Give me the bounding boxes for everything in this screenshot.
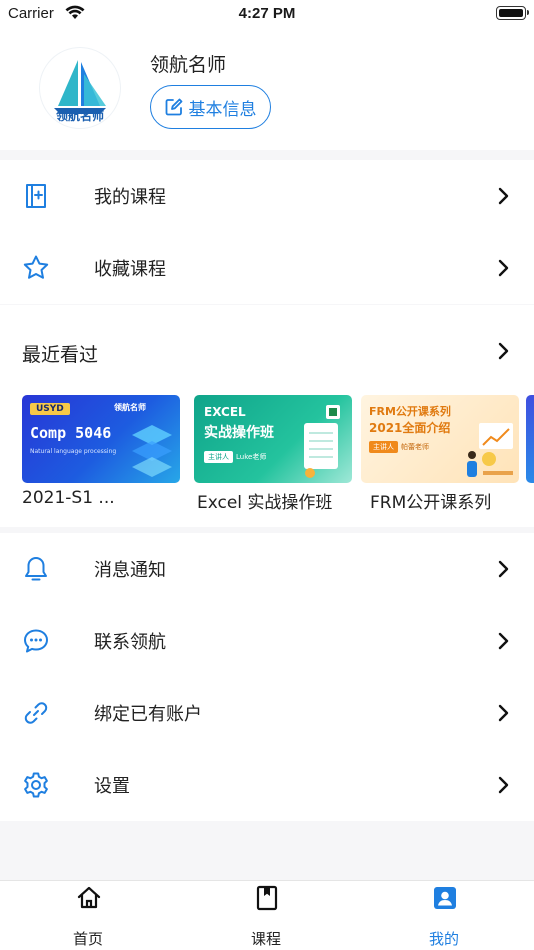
tab-profile[interactable]: 我的: [384, 881, 504, 950]
chevron-right-icon: [498, 187, 509, 205]
clock: 4:27 PM: [238, 5, 296, 22]
recent-thumbnail-frm[interactable]: FRM公开课系列 2021全面介绍 主讲人 帕蕾老师: [361, 395, 519, 483]
recent-caption: Excel 实战操作班: [197, 493, 333, 513]
thumb-subheading: 2021全面介绍: [369, 421, 451, 435]
chevron-right-icon: [498, 632, 509, 650]
edit-icon: [165, 98, 182, 116]
tab-label: 首页: [72, 930, 103, 948]
thumb-subheading: 实战操作班: [204, 425, 274, 441]
recent-thumbnail-partial[interactable]: [526, 395, 534, 483]
recent-header[interactable]: 最近看过: [0, 305, 534, 385]
avatar-brand-text: 领航名师: [55, 109, 104, 123]
recent-card: 最近看过 USYD 领航名师 Comp 5046 Natural languag…: [0, 305, 534, 527]
edit-profile-button[interactable]: 基本信息: [150, 85, 271, 129]
menu-label: 联系领航: [94, 632, 166, 653]
thumb-brand: 领航名师: [114, 403, 146, 412]
tab-courses[interactable]: 课程: [206, 881, 326, 950]
menu-label: 设置: [94, 776, 130, 797]
menu-label: 消息通知: [94, 560, 166, 581]
recent-thumbnail-comp5046[interactable]: USYD 领航名师 Comp 5046 Natural language pro…: [22, 395, 180, 483]
tab-home[interactable]: 首页: [28, 881, 148, 950]
thumb-teacher: Luke老师: [236, 453, 267, 461]
chat-bubble-icon: [24, 629, 48, 653]
server-stack-illustration: [132, 425, 172, 477]
menu-label: 绑定已有账户: [94, 704, 202, 725]
thumb-teacher: 帕蕾老师: [401, 443, 429, 451]
thumb-heading: FRM公开课系列: [369, 405, 451, 418]
profile-card-icon: [434, 887, 456, 909]
menu-label: 收藏课程: [94, 259, 166, 280]
recent-list: USYD 领航名师 Comp 5046 Natural language pro…: [0, 385, 534, 522]
chevron-right-icon: [498, 342, 509, 360]
thumb-badge: USYD: [30, 403, 70, 415]
finance-chart-illustration: [467, 423, 513, 477]
thumb-subheading: Natural language processing: [30, 448, 117, 455]
link-icon: [24, 702, 48, 724]
user-name: 领航名师: [150, 54, 227, 76]
menu-item-bind-account[interactable]: 绑定已有账户: [0, 677, 534, 749]
bell-icon: [25, 557, 47, 581]
menu-label: 我的课程: [94, 187, 166, 208]
profile-header: 领航名师 领航名师 基本信息: [0, 28, 534, 150]
status-bar: Carrier 4:27 PM: [0, 0, 534, 28]
recent-caption: FRM公开课系列: [370, 493, 492, 513]
menu-item-notifications[interactable]: 消息通知: [0, 533, 534, 605]
menu-item-settings[interactable]: 设置: [0, 749, 534, 821]
menu-item-contact[interactable]: 联系领航: [0, 605, 534, 677]
menu-bottom-card: 消息通知 联系领航 绑定已有账户 设置: [0, 533, 534, 821]
chevron-right-icon: [498, 704, 509, 722]
thumb-heading: Comp 5046: [30, 424, 112, 442]
edit-profile-label: 基本信息: [188, 99, 257, 120]
home-icon: [77, 886, 101, 909]
tab-label: 课程: [250, 930, 281, 948]
menu-item-my-courses[interactable]: 我的课程: [0, 160, 534, 232]
thumb-tag: 主讲人: [204, 451, 233, 463]
gear-icon: [24, 772, 48, 798]
recent-thumbnail-excel[interactable]: EXCEL 实战操作班 主讲人 Luke老师: [194, 395, 352, 483]
chevron-right-icon: [498, 259, 509, 277]
bookmark-book-icon: [256, 885, 278, 911]
battery-icon: [496, 6, 529, 20]
chevron-right-icon: [498, 776, 509, 794]
recent-title: 最近看过: [22, 344, 99, 366]
star-icon: [23, 255, 49, 279]
chevron-right-icon: [498, 560, 509, 578]
course-book-icon: [26, 184, 46, 208]
thumb-tag: 主讲人: [369, 441, 398, 453]
tab-label: 我的: [428, 930, 459, 948]
spreadsheet-illustration: [304, 405, 340, 478]
avatar[interactable]: 领航名师: [40, 48, 120, 128]
recent-caption: 2021-S1 ...: [22, 488, 115, 508]
thumb-heading: EXCEL: [204, 405, 246, 419]
menu-top-card: 我的课程 收藏课程: [0, 160, 534, 304]
tab-bar: 首页 课程 我的: [0, 880, 534, 950]
menu-item-favorites[interactable]: 收藏课程: [0, 232, 534, 304]
